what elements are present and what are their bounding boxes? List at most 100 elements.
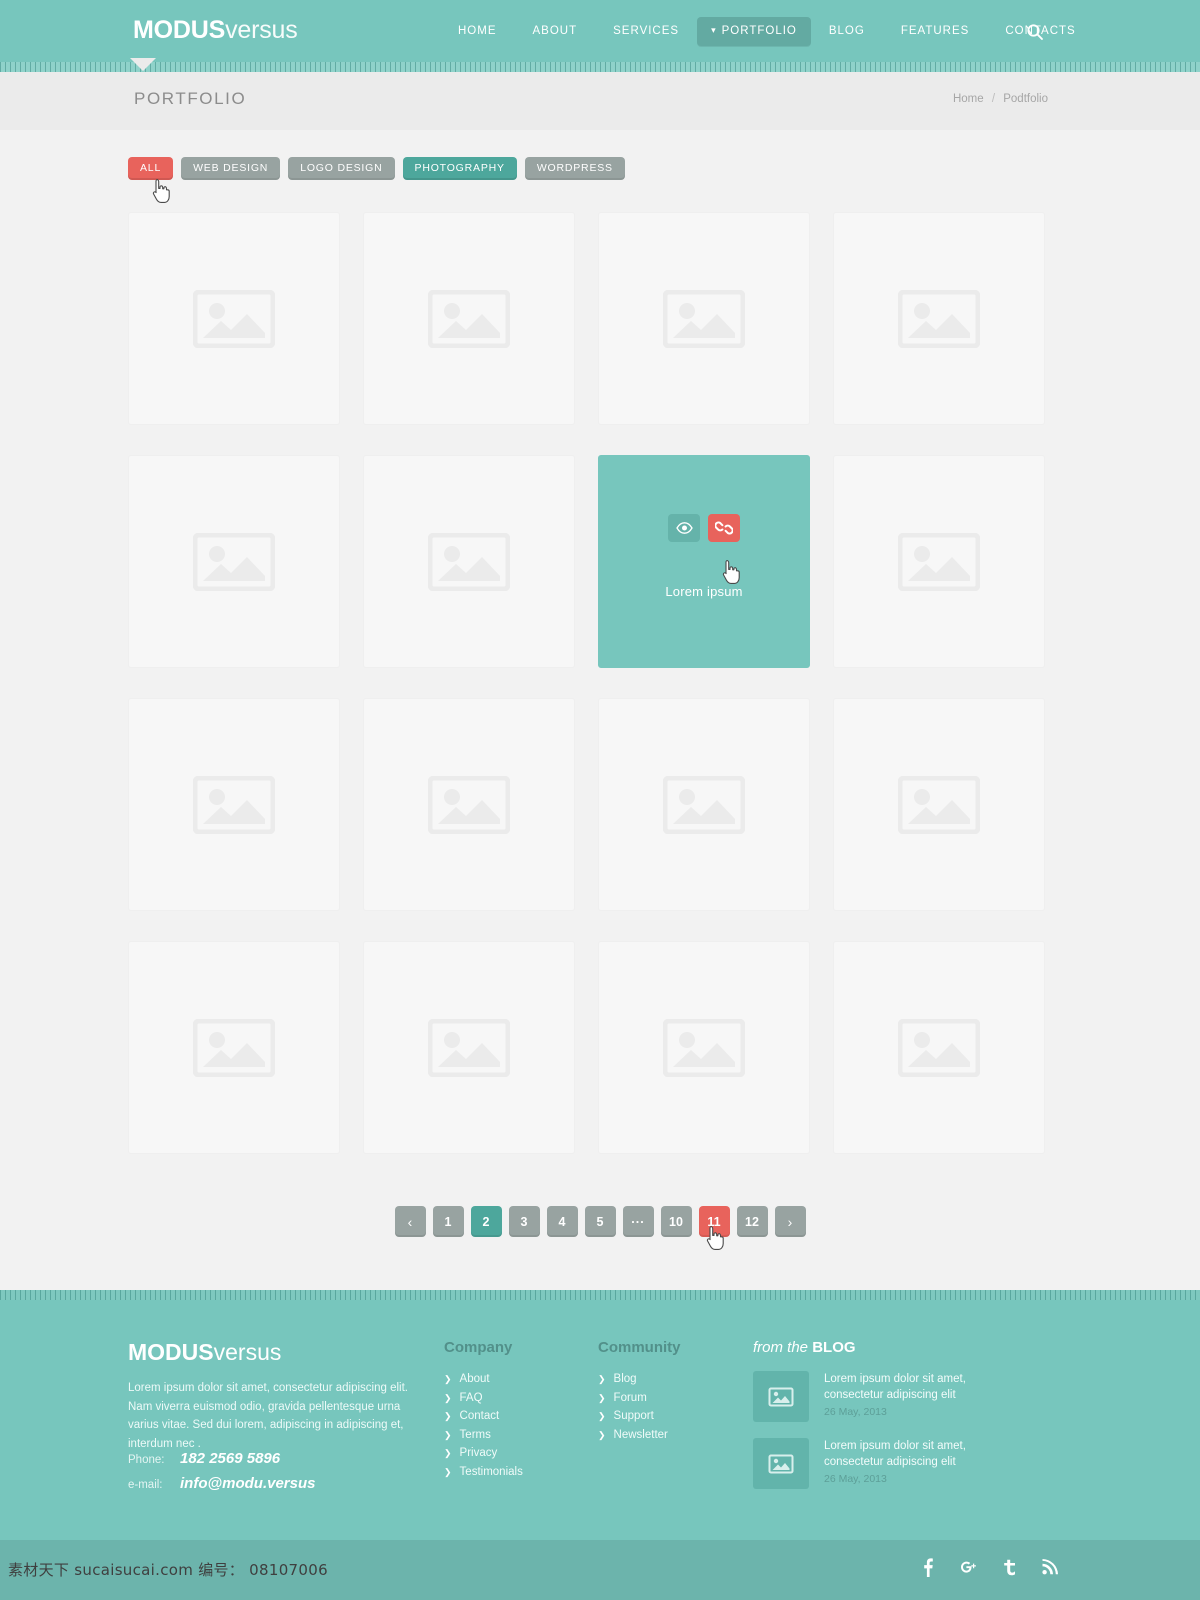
portfolio-item[interactable]: [833, 212, 1045, 425]
footer-link-label: Contact: [459, 1410, 500, 1422]
footer-contact-block: Phone: 182 2569 5896 e-mail: info@modu.v…: [128, 1450, 315, 1500]
googleplus-icon[interactable]: [958, 1556, 978, 1578]
footer-link-privacy[interactable]: ❯ Privacy: [444, 1444, 523, 1463]
search-icon[interactable]: [1025, 22, 1045, 42]
pagination-page-3[interactable]: 3: [508, 1206, 540, 1237]
pagination-page-2[interactable]: 2: [470, 1206, 502, 1237]
pagination-page-1[interactable]: 1: [432, 1206, 464, 1237]
pagination-page-10[interactable]: 10: [660, 1206, 692, 1237]
footer-column-community: Community ❯ Blog ❯ Forum ❯ Support ❯ Newslet…: [598, 1339, 681, 1444]
portfolio-item[interactable]: [833, 455, 1045, 668]
footer-link-forum[interactable]: ❯ Forum: [598, 1389, 681, 1408]
portfolio-item[interactable]: [363, 212, 575, 425]
footer-link-faq[interactable]: ❯ FAQ: [444, 1389, 523, 1408]
footer-link-testimonials[interactable]: ❯ Testimonials: [444, 1463, 523, 1482]
title-bar-notch: [130, 58, 156, 71]
portfolio-item[interactable]: [833, 698, 1045, 911]
footer-blog-post-date: 26 May, 2013: [824, 1406, 887, 1418]
portfolio-item[interactable]: [598, 698, 810, 911]
site-logo[interactable]: MODUSversus: [133, 16, 298, 45]
footer-logo[interactable]: MODUSversus: [128, 1339, 281, 1366]
footer-ruler-strip: [0, 1290, 1200, 1300]
nav-item-about[interactable]: ABOUT: [515, 0, 596, 62]
page-title-bar: PORTFOLIO Home / Podtfolio: [0, 72, 1200, 130]
footer-blog-post-title: Lorem ipsum dolor sit amet, consectetur …: [824, 1373, 966, 1401]
image-placeholder-icon: [753, 1438, 809, 1489]
twitter-icon[interactable]: [999, 1556, 1019, 1578]
image-placeholder-icon: [428, 532, 510, 591]
portfolio-item[interactable]: [363, 698, 575, 911]
footer-link-about[interactable]: ❯ About: [444, 1370, 523, 1389]
preview-icon[interactable]: [668, 514, 700, 542]
image-placeholder-icon: [193, 775, 275, 834]
nav-item-services[interactable]: SERVICES: [595, 0, 697, 62]
facebook-icon[interactable]: [917, 1556, 937, 1578]
rss-icon[interactable]: [1040, 1556, 1060, 1578]
image-placeholder-icon: [663, 1018, 745, 1077]
portfolio-item[interactable]: [598, 941, 810, 1154]
portfolio-item[interactable]: [128, 698, 340, 911]
filter-logo-design[interactable]: LOGO DESIGN: [288, 157, 395, 180]
footer-blog-post-date: 26 May, 2013: [824, 1473, 887, 1485]
pagination-page-4[interactable]: 4: [546, 1206, 578, 1237]
portfolio-item[interactable]: [598, 212, 810, 425]
nav-item-portfolio[interactable]: ▾ PORTFOLIO: [697, 16, 811, 46]
pagination-page-5[interactable]: 5: [584, 1206, 616, 1237]
footer-link-newsletter[interactable]: ❯ Newsletter: [598, 1426, 681, 1445]
bottom-bar: 素材天下 sucaisucai.com 编号： 08107006: [0, 1540, 1200, 1600]
footer-email-row: e-mail: info@modu.versus: [128, 1475, 315, 1492]
portfolio-item[interactable]: [128, 212, 340, 425]
footer-about-text: Lorem ipsum dolor sit amet, consectetur …: [128, 1382, 408, 1450]
chevron-right-icon: ❯: [444, 1429, 452, 1440]
pagination-next[interactable]: ›: [774, 1206, 806, 1237]
footer-company-heading: Company: [444, 1339, 513, 1356]
footer-link-contact[interactable]: ❯ Contact: [444, 1407, 523, 1426]
portfolio-item[interactable]: [363, 455, 575, 668]
header-ruler-strip: [0, 62, 1200, 72]
portfolio-item[interactable]: [128, 455, 340, 668]
chevron-right-icon: ❯: [444, 1411, 452, 1421]
site-header: MODUSversus HOME ABOUT SERVICES ▾ PORTFO…: [0, 0, 1200, 62]
chevron-right-icon: ❯: [598, 1392, 606, 1403]
footer-link-label: Forum: [613, 1391, 647, 1404]
footer-blog-post[interactable]: Lorem ipsum dolor sit amet, consectetur …: [753, 1438, 1083, 1489]
footer-column-blog: from the BLOG Lorem ipsum dolor sit amet…: [753, 1339, 1083, 1505]
link-icon[interactable]: [708, 514, 740, 542]
filter-photography[interactable]: PHOTOGRAPHY: [402, 157, 517, 180]
footer-link-terms[interactable]: ❯ Terms: [444, 1426, 523, 1445]
chevron-right-icon: ❯: [444, 1466, 452, 1477]
footer-link-blog[interactable]: ❯ Blog: [598, 1370, 681, 1389]
filter-web-design[interactable]: WEB DESIGN: [181, 157, 281, 180]
image-placeholder-icon: [898, 775, 980, 834]
page-title: PORTFOLIO: [134, 89, 247, 108]
footer-phone-label: Phone:: [128, 1454, 165, 1466]
footer-email-value[interactable]: info@modu.versus: [180, 1475, 315, 1492]
portfolio-grid: Lorem ipsum: [128, 212, 1046, 1154]
nav-item-home[interactable]: HOME: [440, 0, 515, 62]
pagination-page-12[interactable]: 12: [736, 1206, 768, 1237]
mouse-cursor-pointer-filters: [152, 179, 171, 204]
footer-link-support[interactable]: ❯ Support: [598, 1407, 681, 1426]
footer-phone-row: Phone: 182 2569 5896: [128, 1450, 315, 1467]
filter-wordpress[interactable]: WORDPRESS: [524, 157, 625, 180]
portfolio-item[interactable]: [833, 941, 1045, 1154]
footer-column-company: Company ❯ About ❯ FAQ ❯ Contact ❯ Terms ❯ Pri…: [444, 1339, 523, 1481]
pagination-prev[interactable]: ‹: [394, 1206, 426, 1237]
footer-blog-post-text: Lorem ipsum dolor sit amet, consectetur …: [824, 1371, 1024, 1422]
nav-item-features[interactable]: FEATURES: [883, 0, 988, 62]
portfolio-item-hovered[interactable]: Lorem ipsum: [598, 455, 810, 668]
filter-all[interactable]: ALL: [128, 157, 174, 180]
footer-blog-post[interactable]: Lorem ipsum dolor sit amet, consectetur …: [753, 1371, 1083, 1422]
nav-item-blog[interactable]: BLOG: [811, 0, 883, 62]
logo-bold-text: MODUS: [133, 16, 226, 44]
footer-logo-light-text: versus: [213, 1339, 282, 1365]
image-placeholder-icon: [898, 1018, 980, 1077]
pagination-ellipsis: ...: [622, 1206, 654, 1237]
chevron-down-icon: ▾: [711, 24, 717, 35]
portfolio-item[interactable]: [128, 941, 340, 1154]
pagination-page-11[interactable]: 11: [698, 1206, 730, 1237]
image-placeholder-icon: [193, 1018, 275, 1077]
portfolio-item[interactable]: [363, 941, 575, 1154]
breadcrumb-home[interactable]: Home: [953, 93, 984, 105]
logo-light-text: versus: [225, 16, 298, 44]
